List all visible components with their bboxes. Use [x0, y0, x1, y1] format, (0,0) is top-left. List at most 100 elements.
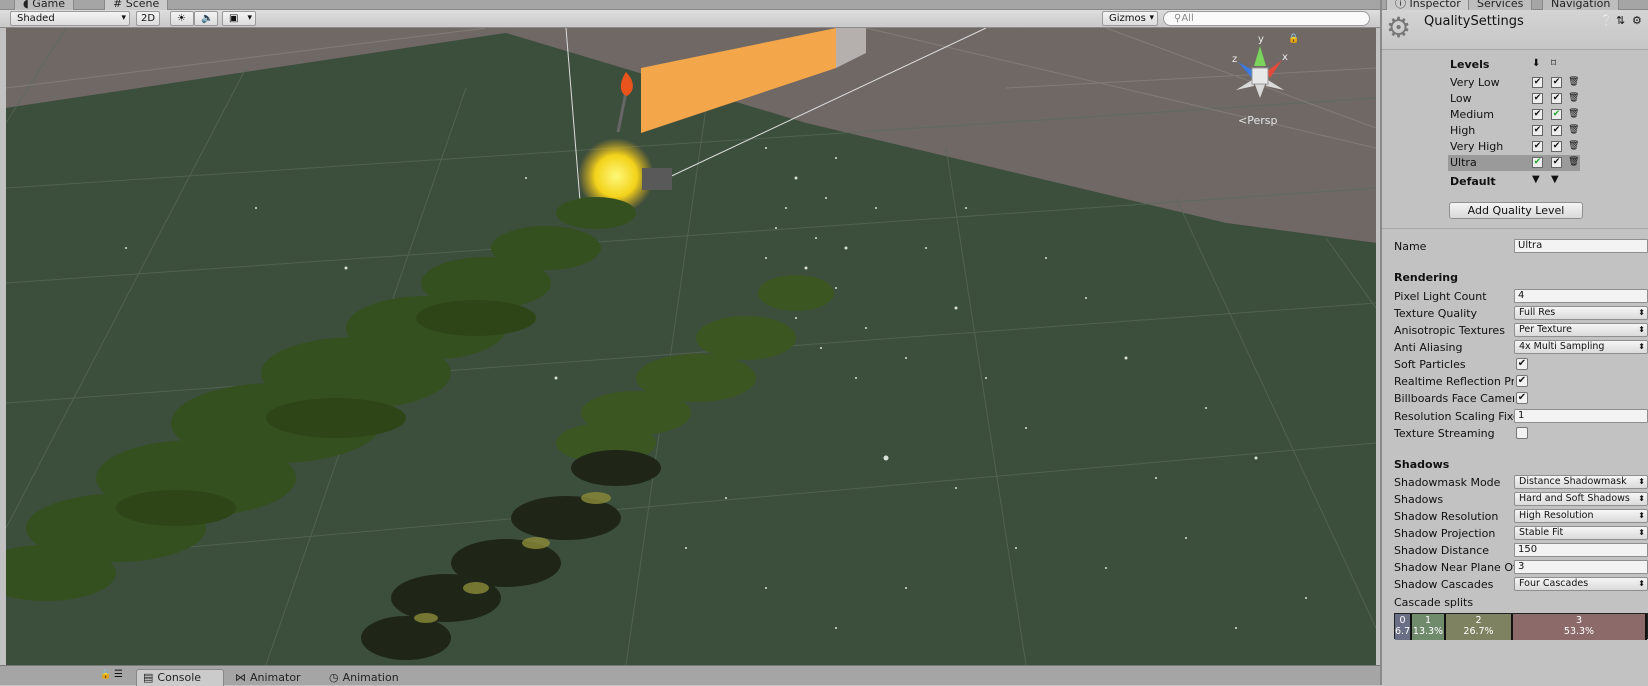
quality-level-row[interactable]: Ultra ✔ ✔ 🗑 [1448, 155, 1580, 171]
shadowmask-mode-dropdown[interactable]: Distance Shadowmask [1514, 475, 1648, 489]
tab-console-label: Console [157, 671, 202, 684]
level-standalone-checkbox[interactable]: ✔ [1532, 157, 1543, 168]
tab-animation[interactable]: ◷ Animation [322, 669, 408, 686]
level-pc-checkbox[interactable]: ✔ [1551, 125, 1562, 136]
add-quality-level-button[interactable]: Add Quality Level [1449, 202, 1583, 219]
shadow-cascades-dropdown[interactable]: Four Cascades [1514, 577, 1648, 591]
billboards-face-camera-label: Billboards Face Camera Position [1394, 392, 1514, 405]
trash-icon[interactable]: 🗑 [1568, 77, 1579, 88]
trash-icon[interactable]: 🗑 [1568, 157, 1579, 168]
animator-icon: ⋈ [235, 671, 246, 684]
level-standalone-checkbox[interactable]: ✔ [1532, 93, 1543, 104]
tab-services[interactable]: Services [1468, 0, 1533, 10]
level-pc-checkbox[interactable]: ✔ [1551, 77, 1562, 88]
level-standalone-checkbox[interactable]: ✔ [1532, 109, 1543, 120]
resolution-scaling-input[interactable]: 1 [1514, 409, 1648, 423]
name-input[interactable]: Ultra [1514, 239, 1648, 253]
level-standalone-checkbox[interactable]: ✔ [1532, 77, 1543, 88]
shading-mode-dropdown[interactable]: Shaded [10, 11, 130, 26]
axis-gizmo-icon [1236, 46, 1284, 98]
menu-icon[interactable]: ☰ [114, 669, 123, 680]
trash-icon[interactable]: 🗑 [1568, 109, 1579, 120]
download-icon: ⬇ [1532, 58, 1541, 69]
search-placeholder: All [1181, 13, 1194, 24]
settings-gear-icon: ⚙ [1386, 11, 1412, 44]
tab-game-label: Game [32, 0, 66, 10]
inspector-tab-bar: ⓘ Inspector Services Navigation [1382, 0, 1648, 10]
anisotropic-textures-dropdown[interactable]: Per Texture [1514, 323, 1648, 337]
level-pc-checkbox[interactable]: ✔ [1551, 93, 1562, 104]
realtime-reflection-label: Realtime Reflection Probes [1394, 375, 1514, 388]
lighting-toggle-button[interactable]: ☀ [170, 11, 194, 26]
cascade-split-index: 0 [1399, 615, 1406, 626]
cascade-split-index: 3 [1575, 615, 1583, 626]
pixel-light-count-input[interactable]: 4 [1514, 289, 1648, 303]
shadows-dropdown[interactable]: Hard and Soft Shadows [1514, 492, 1648, 506]
quality-level-name: Low [1450, 92, 1472, 105]
soft-particles-checkbox[interactable]: ✔ [1516, 358, 1528, 370]
quality-level-row[interactable]: Very High ✔ ✔ 🗑 [1448, 139, 1580, 155]
anti-aliasing-label: Anti Aliasing [1394, 341, 1463, 354]
trash-icon[interactable]: 🗑 [1568, 93, 1579, 104]
level-pc-checkbox[interactable]: ✔ [1551, 157, 1562, 168]
quality-level-name: Very Low [1450, 76, 1500, 89]
shadow-resolution-label: Shadow Resolution [1394, 510, 1499, 523]
shadow-projection-dropdown[interactable]: Stable Fit [1514, 526, 1648, 540]
2d-toggle-button[interactable]: 2D [136, 11, 160, 26]
inspector-header: ⚙ QualitySettings ❔ ⇅ ⚙ [1382, 10, 1648, 50]
cascade-split-segment[interactable]: 06.7% [1395, 614, 1412, 640]
tab-scene-label: Scene [125, 0, 160, 10]
default-dropdown-1[interactable]: ▼ [1532, 174, 1540, 185]
tab-animator[interactable]: ⋈ Animator [228, 669, 310, 686]
billboards-face-camera-checkbox[interactable]: ✔ [1516, 392, 1528, 404]
quality-level-row[interactable]: Medium ✔ ✔ 🗑 [1448, 107, 1580, 123]
cascade-split-segment[interactable]: 3 53.3% [1513, 614, 1647, 640]
texture-quality-dropdown[interactable]: Full Res [1514, 306, 1648, 320]
texture-streaming-checkbox[interactable] [1516, 427, 1528, 439]
audio-toggle-button[interactable]: 🔈 [194, 11, 218, 26]
quality-level-row[interactable]: Low ✔ ✔ 🗑 [1448, 91, 1580, 107]
tab-navigation[interactable]: Navigation [1542, 0, 1620, 10]
scene-tab-icon: # [113, 0, 123, 10]
anti-aliasing-dropdown[interactable]: 4x Multi Sampling [1514, 340, 1648, 354]
shadow-resolution-dropdown[interactable]: High Resolution [1514, 509, 1648, 523]
level-standalone-checkbox[interactable]: ✔ [1532, 125, 1543, 136]
tab-console[interactable]: ▤ Console [136, 669, 224, 686]
cascade-split-segment[interactable]: 2 26.7% [1446, 614, 1513, 640]
scene-viewport[interactable]: y x z 🔒 <Persp [6, 28, 1376, 665]
projection-toggle[interactable]: <Persp [1238, 114, 1277, 127]
effects-dropdown[interactable]: ▣ [222, 11, 256, 26]
tab-game[interactable]: ◖ Game [14, 0, 75, 10]
shadow-distance-input[interactable]: 150 [1514, 543, 1648, 557]
default-dropdown-2[interactable]: ▼ [1551, 174, 1559, 185]
gizmos-dropdown[interactable]: Gizmos [1102, 11, 1158, 26]
chevron-left-icon: < [1238, 114, 1248, 127]
quality-level-row[interactable]: Very Low ✔ ✔ 🗑 [1448, 75, 1580, 91]
orientation-gizmo[interactable]: y x z [1230, 34, 1290, 108]
help-icon[interactable]: ❔ [1600, 14, 1614, 27]
trash-icon[interactable]: 🗑 [1568, 141, 1579, 152]
level-pc-checkbox[interactable]: ✔ [1551, 109, 1562, 120]
shadow-near-plane-input[interactable]: 3 [1514, 560, 1648, 574]
texture-quality-label: Texture Quality [1394, 307, 1478, 320]
projection-label: Persp [1247, 114, 1278, 127]
cascade-split-segment[interactable]: 1 13.3% [1412, 614, 1446, 640]
speaker-icon: 🔈 [201, 13, 214, 24]
axis-z-label: z [1232, 54, 1238, 65]
gear-icon[interactable]: ⚙ [1632, 14, 1642, 27]
cascade-split-percent: 13.3% [1412, 626, 1444, 637]
quality-level-row[interactable]: High ✔ ✔ 🗑 [1448, 123, 1580, 139]
tab-inspector[interactable]: ⓘ Inspector [1386, 0, 1470, 10]
preset-icon[interactable]: ⇅ [1616, 14, 1625, 27]
lock-icon[interactable]: 🔒 [1288, 34, 1299, 44]
quality-level-name: Medium [1450, 108, 1494, 121]
level-standalone-checkbox[interactable]: ✔ [1532, 141, 1543, 152]
shadowmask-mode-label: Shadowmask Mode [1394, 476, 1501, 489]
realtime-reflection-checkbox[interactable]: ✔ [1516, 375, 1528, 387]
lock-icon[interactable]: 🔒 [100, 670, 111, 680]
trash-icon[interactable]: 🗑 [1568, 125, 1579, 136]
level-pc-checkbox[interactable]: ✔ [1551, 141, 1562, 152]
cascade-splits-bar[interactable]: 06.7%113.3%226.7%353.3% [1394, 613, 1648, 640]
tab-scene[interactable]: # Scene [104, 0, 169, 10]
scene-search-input[interactable]: ⚲All [1163, 11, 1370, 26]
